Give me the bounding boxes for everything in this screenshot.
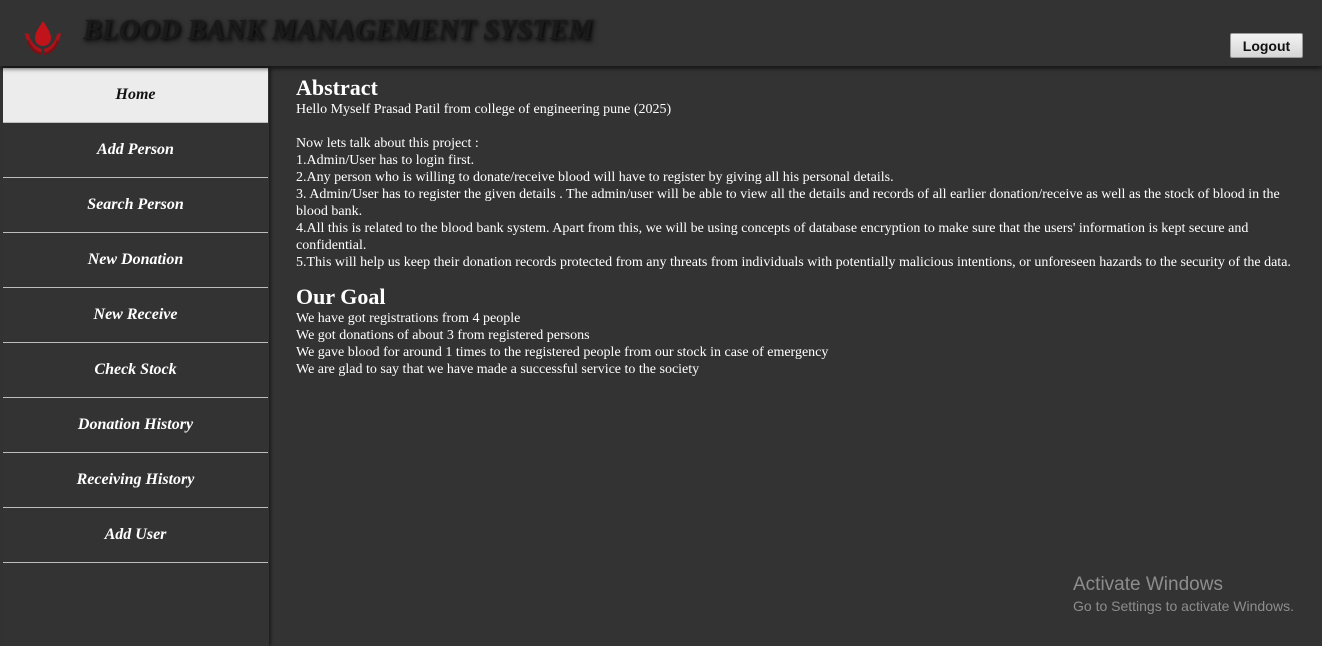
goal-heading: Our Goal — [296, 284, 386, 309]
sidebar-item-receiving-history[interactable]: Receiving History — [3, 453, 268, 508]
abstract-point: 1.Admin/User has to login first. — [296, 153, 475, 168]
abstract-point: 3. Admin/User has to register the given … — [296, 187, 1280, 219]
sidebar-item-add-person[interactable]: Add Person — [3, 123, 268, 178]
abstract-intro: Hello Myself Prasad Patil from college o… — [296, 102, 672, 117]
sidebar-item-add-user[interactable]: Add User — [3, 508, 268, 563]
goal-line: We gave blood for around 1 times to the … — [296, 345, 829, 360]
goal-line: We got donations of about 3 from registe… — [296, 328, 590, 343]
abstract-point: 4.All this is related to the blood bank … — [296, 221, 1249, 253]
watermark-subtitle: Go to Settings to activate Windows. — [1073, 598, 1294, 614]
sidebar-item-donation-history[interactable]: Donation History — [3, 398, 268, 453]
goal-line: We are glad to say that we have made a s… — [296, 362, 700, 377]
sidebar-item-new-receive[interactable]: New Receive — [3, 288, 268, 343]
app-header: BLOOD BANK MANAGEMENT SYSTEM Logout — [0, 0, 1322, 66]
watermark-title: Activate Windows — [1073, 574, 1223, 595]
abstract-lead: Now lets talk about this project : — [296, 136, 479, 151]
activate-windows-watermark: Activate Windows Go to Settings to activ… — [1073, 574, 1294, 616]
abstract-heading: Abstract — [296, 75, 378, 100]
sidebar-item-check-stock[interactable]: Check Stock — [3, 343, 268, 398]
sidebar-nav: Home Add Person Search Person New Donati… — [3, 68, 269, 646]
goal-line: We have got registrations from 4 people — [296, 311, 521, 326]
abstract-point: 2.Any person who is willing to donate/re… — [296, 170, 894, 185]
app-title: BLOOD BANK MANAGEMENT SYSTEM — [83, 15, 594, 46]
main-content: Abstract Hello Myself Prasad Patil from … — [296, 75, 1312, 378]
sidebar-item-search-person[interactable]: Search Person — [3, 178, 268, 233]
logout-button[interactable]: Logout — [1230, 33, 1303, 58]
abstract-point: 5.This will help us keep their donation … — [296, 255, 1291, 270]
blood-drop-hands-icon — [25, 21, 61, 55]
sidebar-item-home[interactable]: Home — [3, 68, 268, 123]
sidebar-item-new-donation[interactable]: New Donation — [3, 233, 268, 288]
